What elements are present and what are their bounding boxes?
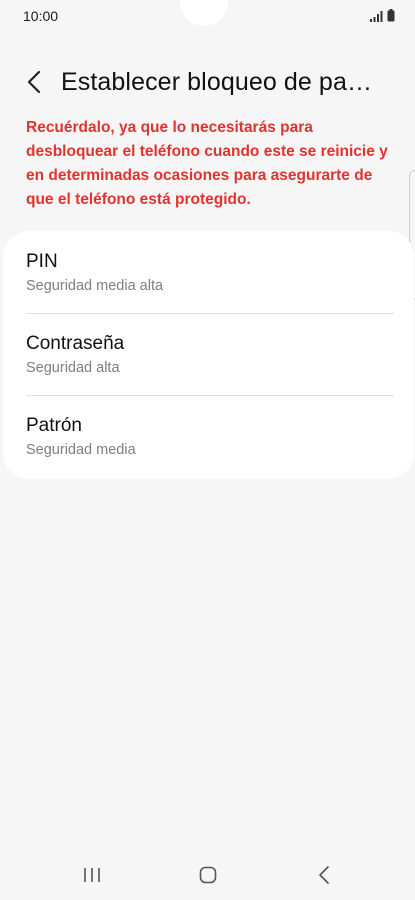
warning-message: Recuérdalo, ya que lo necesitarás para d… (26, 119, 388, 208)
nav-back-button[interactable] (302, 860, 346, 890)
lock-option-subtitle: Seguridad media alta (26, 278, 164, 294)
lock-option-pin[interactable]: PIN Seguridad media alta (3, 231, 414, 313)
page-header: Establecer bloqueo de pantalla (0, 56, 415, 108)
recent-apps-button[interactable] (70, 860, 114, 890)
lock-option-subtitle: Seguridad media (26, 442, 136, 458)
page-title: Establecer bloqueo de pantalla (61, 68, 381, 96)
home-button[interactable] (186, 860, 230, 890)
camera-notch (180, 0, 228, 26)
lock-options-list: PIN Seguridad media alta Contraseña Segu… (3, 231, 414, 479)
lock-option-password[interactable]: Contraseña Seguridad alta (3, 313, 414, 395)
home-icon (199, 866, 217, 884)
lock-option-title: Patrón (26, 415, 82, 436)
status-bar: 10:00 (0, 0, 415, 34)
battery-icon (387, 9, 395, 22)
lock-option-title: Contraseña (26, 333, 125, 354)
lock-option-title: PIN (26, 251, 58, 272)
back-arrow-icon (27, 70, 41, 94)
signal-icon (370, 11, 383, 22)
navigation-bar (0, 850, 415, 900)
status-icons (370, 9, 395, 22)
lock-option-subtitle: Seguridad alta (26, 360, 120, 376)
lock-option-pattern[interactable]: Patrón Seguridad media (3, 395, 414, 477)
recent-apps-icon (84, 868, 100, 882)
back-button[interactable] (20, 64, 48, 100)
status-time: 10:00 (23, 8, 59, 24)
nav-back-icon (319, 866, 329, 884)
